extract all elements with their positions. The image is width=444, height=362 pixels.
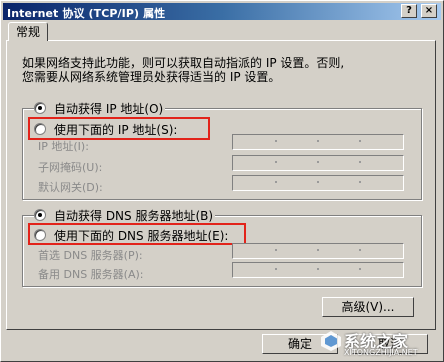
radio-auto-ip-label[interactable]: 自动获得 IP 地址(O) bbox=[54, 100, 163, 117]
title-bar[interactable]: Internet 协议 (TCP/IP) 属性 ? × bbox=[3, 3, 441, 20]
preferred-dns-label: 首选 DNS 服务器(P): bbox=[38, 249, 143, 262]
alternate-dns-label: 备用 DNS 服务器(A): bbox=[38, 268, 144, 281]
subnet-mask-field[interactable] bbox=[232, 155, 404, 171]
watermark: 系统之家 XITONGZHIJIA.NET bbox=[318, 326, 442, 360]
preferred-dns-field[interactable] bbox=[232, 243, 404, 259]
default-gateway-label: 默认网关(D): bbox=[38, 181, 103, 194]
tab-general[interactable]: 常规 bbox=[8, 22, 48, 41]
highlight-box-manual-ip bbox=[28, 117, 210, 140]
radio-auto-ip[interactable]: 自动获得 IP 地址(O) bbox=[34, 100, 166, 117]
radio-auto-dns[interactable]: 自动获得 DNS 服务器地址(B) bbox=[34, 207, 216, 224]
window-title: Internet 协议 (TCP/IP) 属性 bbox=[7, 7, 166, 20]
watermark-url: XITONGZHIJIA.NET bbox=[344, 348, 418, 357]
radio-auto-ip-indicator[interactable] bbox=[34, 102, 46, 114]
intro-line-2: 您需要从网络系统管理员处获得适当的 IP 设置。 bbox=[22, 70, 281, 84]
intro-text: 如果网络支持此功能，则可以获取自动指派的 IP 设置。否则, 您需要从网络系统管… bbox=[22, 56, 422, 84]
default-gateway-field[interactable] bbox=[232, 175, 404, 191]
ip-address-label: IP 地址(I): bbox=[38, 140, 89, 153]
help-button[interactable]: ? bbox=[401, 4, 417, 18]
radio-auto-dns-label[interactable]: 自动获得 DNS 服务器地址(B) bbox=[54, 207, 213, 224]
close-button[interactable]: × bbox=[421, 4, 437, 18]
ip-address-field[interactable] bbox=[232, 134, 404, 150]
subnet-mask-label: 子网掩码(U): bbox=[38, 161, 103, 174]
advanced-button[interactable]: 高级(V)... bbox=[322, 297, 414, 317]
intro-line-1: 如果网络支持此功能，则可以获取自动指派的 IP 设置。否则, bbox=[22, 56, 345, 70]
watermark-logo-icon bbox=[321, 331, 341, 351]
highlight-box-manual-dns bbox=[28, 223, 246, 245]
radio-auto-dns-indicator[interactable] bbox=[34, 209, 46, 221]
alternate-dns-field[interactable] bbox=[232, 262, 404, 278]
